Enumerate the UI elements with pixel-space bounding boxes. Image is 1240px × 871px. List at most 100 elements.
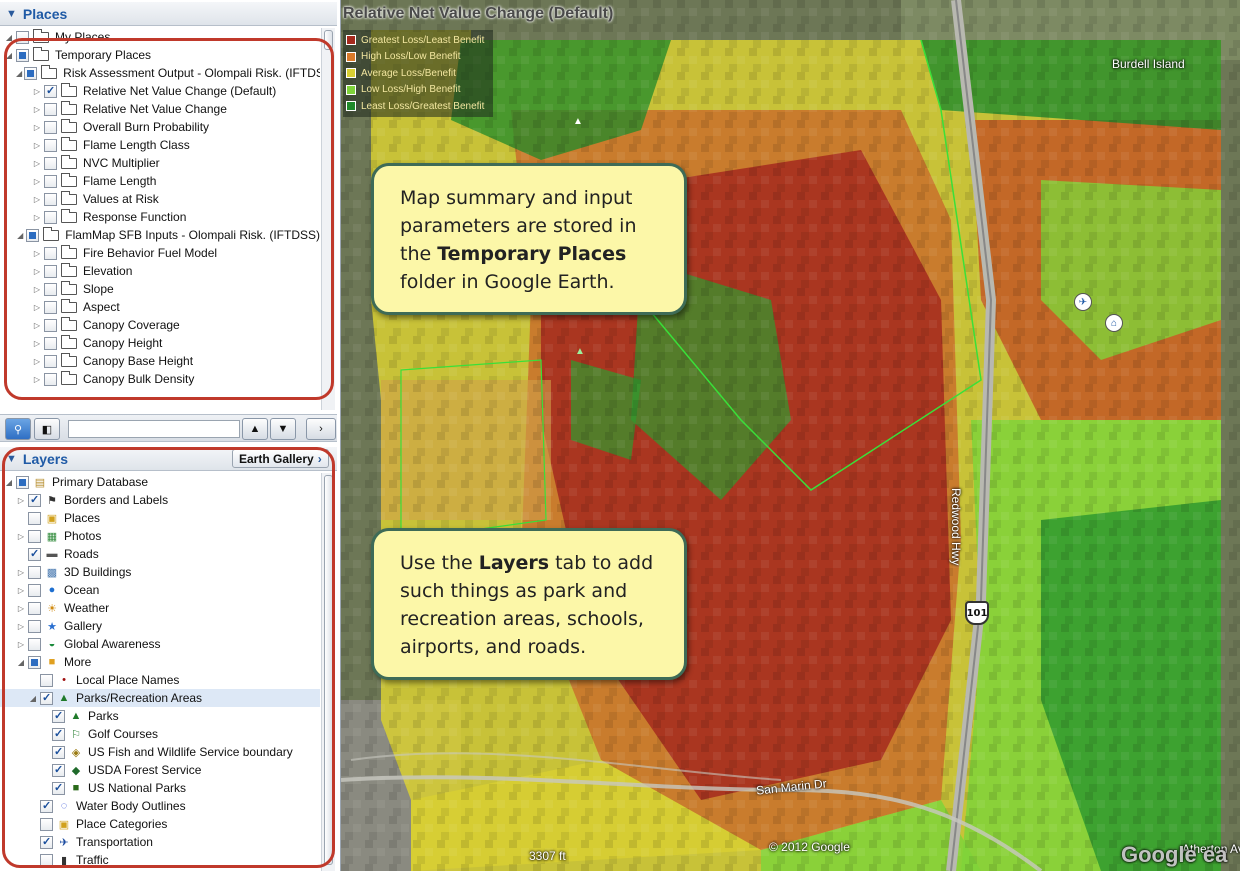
visibility-checkbox[interactable] (44, 300, 57, 314)
visibility-checkbox[interactable] (44, 156, 57, 170)
places-tree-item[interactable]: ▷ Canopy Coverage (0, 316, 320, 334)
expand-arrow-icon[interactable]: ▷ (32, 375, 42, 384)
layers-tree-item[interactable]: ▷ ◒ Global Awareness (0, 635, 320, 653)
expand-arrow-icon[interactable]: ◢ (28, 694, 38, 703)
expand-arrow-icon[interactable]: ▷ (32, 249, 42, 258)
places-tree-item[interactable]: ◢ Temporary Places (0, 46, 320, 64)
visibility-checkbox[interactable] (28, 637, 41, 651)
visibility-checkbox[interactable] (16, 30, 29, 44)
visibility-checkbox[interactable] (28, 547, 41, 561)
scrollbar-thumb[interactable] (324, 30, 333, 50)
move-up-button[interactable]: ▲ (242, 418, 268, 440)
layers-tree-item[interactable]: ▷ ⚑ Borders and Labels (0, 491, 320, 509)
places-tree-item[interactable]: ◢ FlamMap SFB Inputs - Olompali Risk. (IF… (0, 226, 320, 244)
map-imagery[interactable] (341, 0, 1240, 871)
visibility-checkbox[interactable] (28, 601, 41, 615)
places-tree-item[interactable]: ▷ Canopy Base Height (0, 352, 320, 370)
visibility-checkbox[interactable] (40, 691, 53, 705)
expand-arrow-icon[interactable]: ◢ (4, 33, 14, 42)
expand-arrow-icon[interactable]: ◢ (16, 231, 24, 240)
layers-tree-item[interactable]: ▬ Roads (0, 545, 320, 563)
expand-arrow-icon[interactable]: ▷ (32, 213, 42, 222)
visibility-checkbox[interactable] (44, 210, 57, 224)
expand-arrow-icon[interactable]: ▷ (16, 496, 26, 505)
places-tree-item[interactable]: ◢ Risk Assessment Output - Olompali Risk.… (0, 64, 320, 82)
layers-tree-item[interactable]: ◌ Water Body Outlines (0, 797, 320, 815)
places-tree-item[interactable]: ▷ Relative Net Value Change (0, 100, 320, 118)
visibility-checkbox[interactable] (44, 84, 57, 98)
expand-arrow-icon[interactable]: ◢ (16, 69, 22, 78)
expand-arrow-icon[interactable]: ◢ (4, 51, 14, 60)
layers-tree-item[interactable]: ⚐ Golf Courses (0, 725, 320, 743)
visibility-checkbox[interactable] (44, 264, 57, 278)
road-label-redwood-hwy[interactable]: Redwood Hwy (949, 488, 963, 565)
places-tree-item[interactable]: ▷ Slope (0, 280, 320, 298)
expand-arrow-icon[interactable]: ▷ (32, 159, 42, 168)
layers-tree-item[interactable]: ▷ ▦ Photos (0, 527, 320, 545)
visibility-checkbox[interactable] (44, 336, 57, 350)
building-icon[interactable]: ⌂ (1105, 314, 1123, 332)
park-tree-icon[interactable]: ▲ (571, 342, 589, 360)
places-tree-item[interactable]: ▷ Values at Risk (0, 190, 320, 208)
layers-panel-header[interactable]: ▼ Layers Earth Gallery › (0, 447, 337, 471)
visibility-checkbox[interactable] (44, 192, 57, 206)
expand-arrow-icon[interactable]: ▷ (32, 195, 42, 204)
visibility-checkbox[interactable] (52, 745, 65, 759)
visibility-checkbox[interactable] (52, 781, 65, 795)
map-view[interactable]: Relative Net Value Change (Default) Grea… (341, 0, 1240, 871)
layers-tree-item[interactable]: ■ US National Parks (0, 779, 320, 797)
expand-arrow-icon[interactable]: ▷ (32, 303, 42, 312)
visibility-checkbox[interactable] (28, 511, 41, 525)
visibility-checkbox[interactable] (44, 282, 57, 296)
layers-tree-item[interactable]: ▷ ● Ocean (0, 581, 320, 599)
highway-shield-icon[interactable]: 101 (965, 601, 989, 625)
visibility-checkbox[interactable] (40, 799, 53, 813)
expand-arrow-icon[interactable]: ▷ (32, 177, 42, 186)
places-tree-item[interactable]: ▷ Canopy Height (0, 334, 320, 352)
visibility-checkbox[interactable] (28, 583, 41, 597)
move-down-button[interactable]: ▼ (270, 418, 296, 440)
visibility-checkbox[interactable] (16, 475, 29, 489)
layers-tree-item[interactable]: ▷ ☀ Weather (0, 599, 320, 617)
layers-tree-item[interactable]: ▲ Parks (0, 707, 320, 725)
visibility-checkbox[interactable] (26, 228, 40, 242)
earth-gallery-button[interactable]: Earth Gallery › (232, 449, 329, 468)
visibility-checkbox[interactable] (52, 763, 65, 777)
places-tree-item[interactable]: ▷ Response Function (0, 208, 320, 226)
visibility-checkbox[interactable] (40, 817, 53, 831)
layers-tree-item[interactable]: ◢ ▤ Primary Database (0, 473, 320, 491)
places-tree-item[interactable]: ▷ Aspect (0, 298, 320, 316)
expand-arrow-icon[interactable]: ▷ (32, 87, 42, 96)
layers-tree-item[interactable]: ▷ ▩ 3D Buildings (0, 563, 320, 581)
places-tree-item[interactable]: ▷ Flame Length Class (0, 136, 320, 154)
expand-arrow-icon[interactable]: ▷ (32, 357, 42, 366)
places-tree-item[interactable]: ▷ Flame Length (0, 172, 320, 190)
expand-arrow-icon[interactable]: ◢ (4, 478, 14, 487)
places-tree-item[interactable]: ▷ NVC Multiplier (0, 154, 320, 172)
places-tree-item[interactable]: ▷ Fire Behavior Fuel Model (0, 244, 320, 262)
layers-tree-item[interactable]: ▮ Traffic (0, 851, 320, 869)
visibility-checkbox[interactable] (28, 655, 41, 669)
search-button[interactable]: ⚲ (5, 418, 31, 440)
place-label-burdell-island[interactable]: Burdell Island (1112, 57, 1185, 71)
expand-arrow-icon[interactable]: ▷ (16, 586, 26, 595)
visibility-checkbox[interactable] (44, 372, 57, 386)
visibility-checkbox[interactable] (52, 727, 65, 741)
layers-tree-item[interactable]: ▷ ★ Gallery (0, 617, 320, 635)
panel-toggle-button[interactable]: ◧ (34, 418, 60, 440)
places-tree-item[interactable]: ▷ Elevation (0, 262, 320, 280)
expand-arrow-icon[interactable]: ▷ (32, 339, 42, 348)
collapse-triangle-icon[interactable]: ▼ (6, 8, 17, 20)
visibility-checkbox[interactable] (44, 120, 57, 134)
expand-arrow-icon[interactable]: ▷ (16, 604, 26, 613)
visibility-checkbox[interactable] (52, 709, 65, 723)
places-tree-item[interactable]: ▷ Canopy Bulk Density (0, 370, 320, 388)
places-scrollbar[interactable] (321, 28, 335, 410)
airport-icon[interactable]: ✈ (1074, 293, 1092, 311)
visibility-checkbox[interactable] (40, 853, 53, 867)
expand-arrow-icon[interactable]: ▷ (16, 622, 26, 631)
layers-tree-item[interactable]: • Local Place Names (0, 671, 320, 689)
visibility-checkbox[interactable] (40, 673, 53, 687)
layers-scrollbar[interactable] (321, 473, 335, 871)
places-panel-header[interactable]: ▼ Places (0, 2, 337, 26)
